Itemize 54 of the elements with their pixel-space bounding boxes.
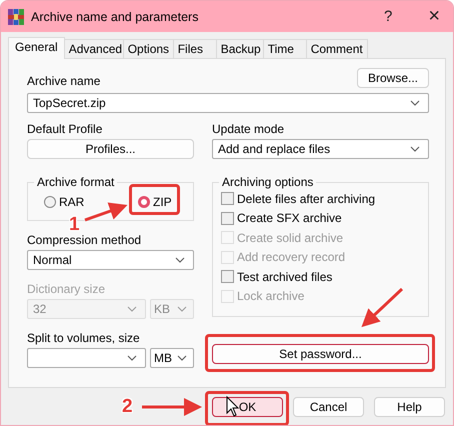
field-label: Dictionary size <box>27 282 106 296</box>
group-label: Archive format <box>36 175 116 189</box>
checkbox[interactable] <box>221 192 234 206</box>
field-label: Archive name <box>27 74 100 88</box>
checkbox-label: Create SFX archive <box>237 211 342 226</box>
checkbox[interactable] <box>221 212 234 225</box>
checkbox-label: Create solid archive <box>237 230 344 245</box>
checkbox-label: Add recovery record <box>237 250 346 264</box>
dialog-button[interactable]: Cancel <box>293 397 364 417</box>
dialog-button[interactable]: OK <box>212 397 283 417</box>
checkbox-label: Test archived files <box>237 270 332 284</box>
window-title: Archive name and parameters <box>31 10 200 24</box>
browse-button[interactable]: Browse... <box>357 68 429 88</box>
field-label: Split to volumes, size <box>27 331 141 345</box>
arrow <box>142 398 202 416</box>
step-number: 2 <box>122 397 133 417</box>
radio-button[interactable] <box>138 196 150 208</box>
field-label: Update mode <box>212 122 286 136</box>
radio-button[interactable] <box>44 196 56 208</box>
tab[interactable]: Comment <box>306 39 368 58</box>
checkbox-label: Lock archive <box>237 289 304 304</box>
field-label: Default Profile <box>27 122 104 136</box>
update-mode-dropdown[interactable]: Add and replace files <box>212 139 429 159</box>
chevron-icon <box>127 306 137 312</box>
help-button[interactable]: ? <box>384 8 392 25</box>
chevron-icon <box>410 100 420 106</box>
arrow <box>361 288 404 328</box>
set-password-button[interactable]: Set password... <box>212 344 429 364</box>
chevron-icon <box>410 146 420 152</box>
app-icon <box>8 8 24 24</box>
tab[interactable]: Backup <box>216 39 264 58</box>
arrow <box>84 202 128 222</box>
checkbox[interactable] <box>221 270 234 284</box>
mouse-cursor-icon <box>226 396 240 417</box>
volume-size-field[interactable] <box>27 348 146 368</box>
profiles-button[interactable]: Profiles... <box>27 139 194 159</box>
chevron-icon <box>177 355 187 361</box>
unit-dropdown[interactable]: MB <box>150 348 194 368</box>
chevron-icon <box>177 306 187 312</box>
compression-method-dropdown[interactable]: Normal <box>27 250 194 270</box>
step-number: 1 <box>69 215 80 235</box>
archive-name-field[interactable]: TopSecret.zip <box>27 93 429 113</box>
tab[interactable]: Options <box>122 39 174 58</box>
close-button[interactable]: × <box>428 5 440 28</box>
radio-label: ZIP <box>153 195 172 209</box>
group-label: Archiving options <box>221 175 314 189</box>
chevron-icon <box>175 257 185 263</box>
dialog-button[interactable]: Help <box>374 397 445 417</box>
radio-label: RAR <box>59 195 84 209</box>
tab[interactable]: General <box>8 37 65 59</box>
field-label: Compression method <box>27 233 142 247</box>
chevron-icon <box>127 355 137 361</box>
highlight-box <box>129 184 180 215</box>
checkbox-label: Delete files after archiving <box>237 192 376 206</box>
